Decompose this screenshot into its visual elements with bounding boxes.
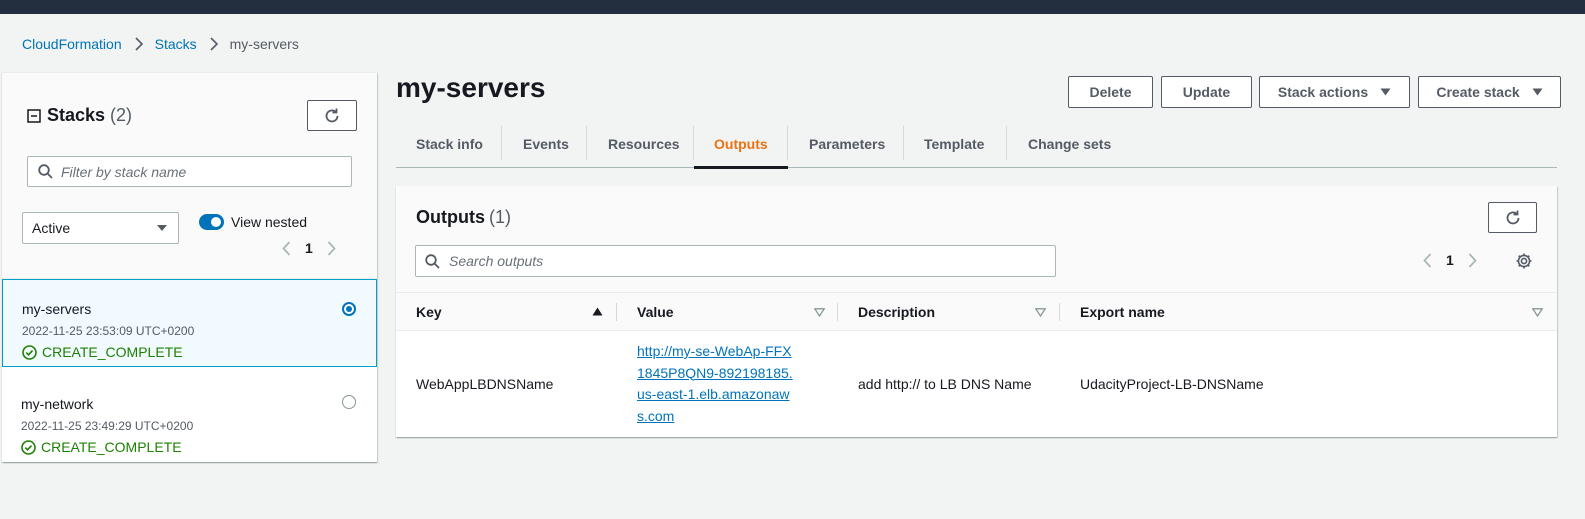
breadcrumb-stacks-link[interactable]: Stacks <box>155 36 197 52</box>
sort-icon[interactable] <box>1035 308 1046 317</box>
stack-select-radio[interactable] <box>342 302 356 316</box>
breadcrumb: CloudFormation Stacks my-servers <box>22 36 299 52</box>
column-label: Value <box>637 304 674 320</box>
status-filter-select[interactable]: Active <box>22 212 179 244</box>
stack-tabs: Stack info Events Resources Outputs Para… <box>396 120 1557 169</box>
stacks-panel: Stacks (2) Active View nested <box>2 72 377 462</box>
sort-icon[interactable] <box>814 308 825 317</box>
search-icon <box>38 164 53 179</box>
column-header-value[interactable]: Value <box>637 293 674 331</box>
stacks-heading: Stacks (2) <box>27 105 132 126</box>
filter-stacks-input[interactable] <box>61 163 341 180</box>
stack-list-item[interactable]: my-servers 2022-11-25 23:53:09 UTC+0200 … <box>2 279 377 367</box>
output-description: add http:// to LB DNS Name <box>858 376 1032 392</box>
breadcrumb-current: my-servers <box>229 36 299 52</box>
column-header-export-name[interactable]: Export name <box>1080 293 1165 331</box>
create-stack-button[interactable]: Create stack <box>1418 76 1561 108</box>
tab-label: Parameters <box>809 136 886 152</box>
status-filter-value: Active <box>32 220 71 236</box>
output-key: WebAppLBDNSName <box>416 376 554 392</box>
table-row: WebAppLBDNSName http://my-se-WebAp-FFX18… <box>396 332 1557 437</box>
stack-actions-button[interactable]: Stack actions <box>1259 76 1410 108</box>
stack-name: my-network <box>21 396 94 412</box>
tab-label: Change sets <box>1028 136 1112 152</box>
success-check-icon <box>22 344 37 360</box>
output-export-name: UdacityProject-LB-DNSName <box>1080 376 1264 392</box>
tab-events[interactable]: Events <box>502 120 587 168</box>
caret-down-icon <box>1532 88 1543 96</box>
breadcrumb-cloudformation-link[interactable]: CloudFormation <box>22 36 122 52</box>
collapse-icon[interactable] <box>27 108 41 123</box>
stack-select-radio[interactable] <box>342 395 356 409</box>
delete-button[interactable]: Delete <box>1068 76 1153 108</box>
stacks-pagination: 1 <box>282 240 336 256</box>
stack-status: CREATE_COMPLETE <box>21 439 182 455</box>
outputs-panel: Outputs(1) 1 <box>396 186 1557 437</box>
stack-timestamp: 2022-11-25 23:53:09 UTC+0200 <box>22 324 195 338</box>
stack-timestamp: 2022-11-25 23:49:29 UTC+0200 <box>21 419 194 433</box>
stack-status-text: CREATE_COMPLETE <box>42 344 183 360</box>
refresh-icon <box>323 107 341 125</box>
top-nav-bar <box>0 0 1585 14</box>
page-title: my-servers <box>396 72 546 103</box>
tab-resources[interactable]: Resources <box>587 120 694 168</box>
stacks-title-text: Stacks <box>47 105 106 125</box>
stack-status: CREATE_COMPLETE <box>22 344 183 360</box>
view-nested-toggle-group: View nested <box>199 214 307 230</box>
chevron-right-icon[interactable] <box>1468 252 1477 268</box>
column-label: Description <box>858 304 936 320</box>
outputs-title-text: Outputs <box>416 207 485 227</box>
gear-icon[interactable] <box>1515 252 1533 270</box>
tab-template[interactable]: Template <box>904 120 1007 168</box>
tab-change-sets[interactable]: Change sets <box>1007 120 1127 168</box>
refresh-stacks-button[interactable] <box>307 100 357 131</box>
sort-ascending-icon[interactable] <box>592 307 603 316</box>
tab-label: Stack info <box>416 136 483 152</box>
chevron-left-icon[interactable] <box>282 240 291 256</box>
tab-label: Template <box>924 136 985 152</box>
refresh-outputs-button[interactable] <box>1488 202 1537 233</box>
caret-down-icon <box>156 224 168 232</box>
update-button[interactable]: Update <box>1161 76 1252 108</box>
refresh-icon <box>1504 209 1522 227</box>
stacks-count: (2) <box>110 105 133 125</box>
outputs-page-number[interactable]: 1 <box>1446 252 1454 268</box>
sort-icon[interactable] <box>1532 308 1543 317</box>
search-outputs-field[interactable] <box>415 245 1056 277</box>
caret-down-icon <box>1380 88 1391 96</box>
stack-status-text: CREATE_COMPLETE <box>41 439 182 455</box>
chevron-right-icon <box>209 37 218 51</box>
output-value-link[interactable]: http://my-se-WebAp-FFX1845P8QN9-89219818… <box>637 341 797 427</box>
outputs-header: Outputs(1) 1 <box>396 186 1557 293</box>
view-nested-toggle[interactable] <box>199 214 224 230</box>
filter-stacks-field[interactable] <box>27 156 352 187</box>
column-label: Export name <box>1080 304 1165 320</box>
outputs-table-header: Key Value Description Export name <box>396 293 1557 331</box>
chevron-left-icon[interactable] <box>1423 252 1432 268</box>
success-check-icon <box>21 439 36 455</box>
view-nested-label: View nested <box>231 214 308 230</box>
outputs-count: (1) <box>489 207 511 227</box>
tab-label: Resources <box>608 136 680 152</box>
tab-label: Outputs <box>714 136 768 152</box>
tab-label: Events <box>523 136 569 152</box>
column-label: Key <box>416 304 442 320</box>
stack-list-item[interactable]: my-network 2022-11-25 23:49:29 UTC+0200 … <box>2 375 377 463</box>
stack-actions-label: Stack actions <box>1277 84 1369 100</box>
column-header-description[interactable]: Description <box>858 293 935 331</box>
outputs-pagination: 1 <box>1423 252 1477 268</box>
stack-name: my-servers <box>22 301 92 317</box>
chevron-right-icon[interactable] <box>327 240 336 256</box>
chevron-right-icon <box>134 37 143 51</box>
tab-stack-info[interactable]: Stack info <box>396 120 502 168</box>
create-stack-label: Create stack <box>1436 84 1520 100</box>
search-outputs-input[interactable] <box>449 253 1039 269</box>
tab-outputs[interactable]: Outputs <box>694 120 788 169</box>
search-icon <box>425 253 440 269</box>
tab-parameters[interactable]: Parameters <box>788 120 904 168</box>
outputs-heading: Outputs (1) <box>416 207 511 228</box>
column-header-key[interactable]: Key <box>416 293 442 331</box>
stacks-panel-header: Stacks (2) Active View nested <box>2 73 377 279</box>
stacks-page-number[interactable]: 1 <box>305 240 313 256</box>
